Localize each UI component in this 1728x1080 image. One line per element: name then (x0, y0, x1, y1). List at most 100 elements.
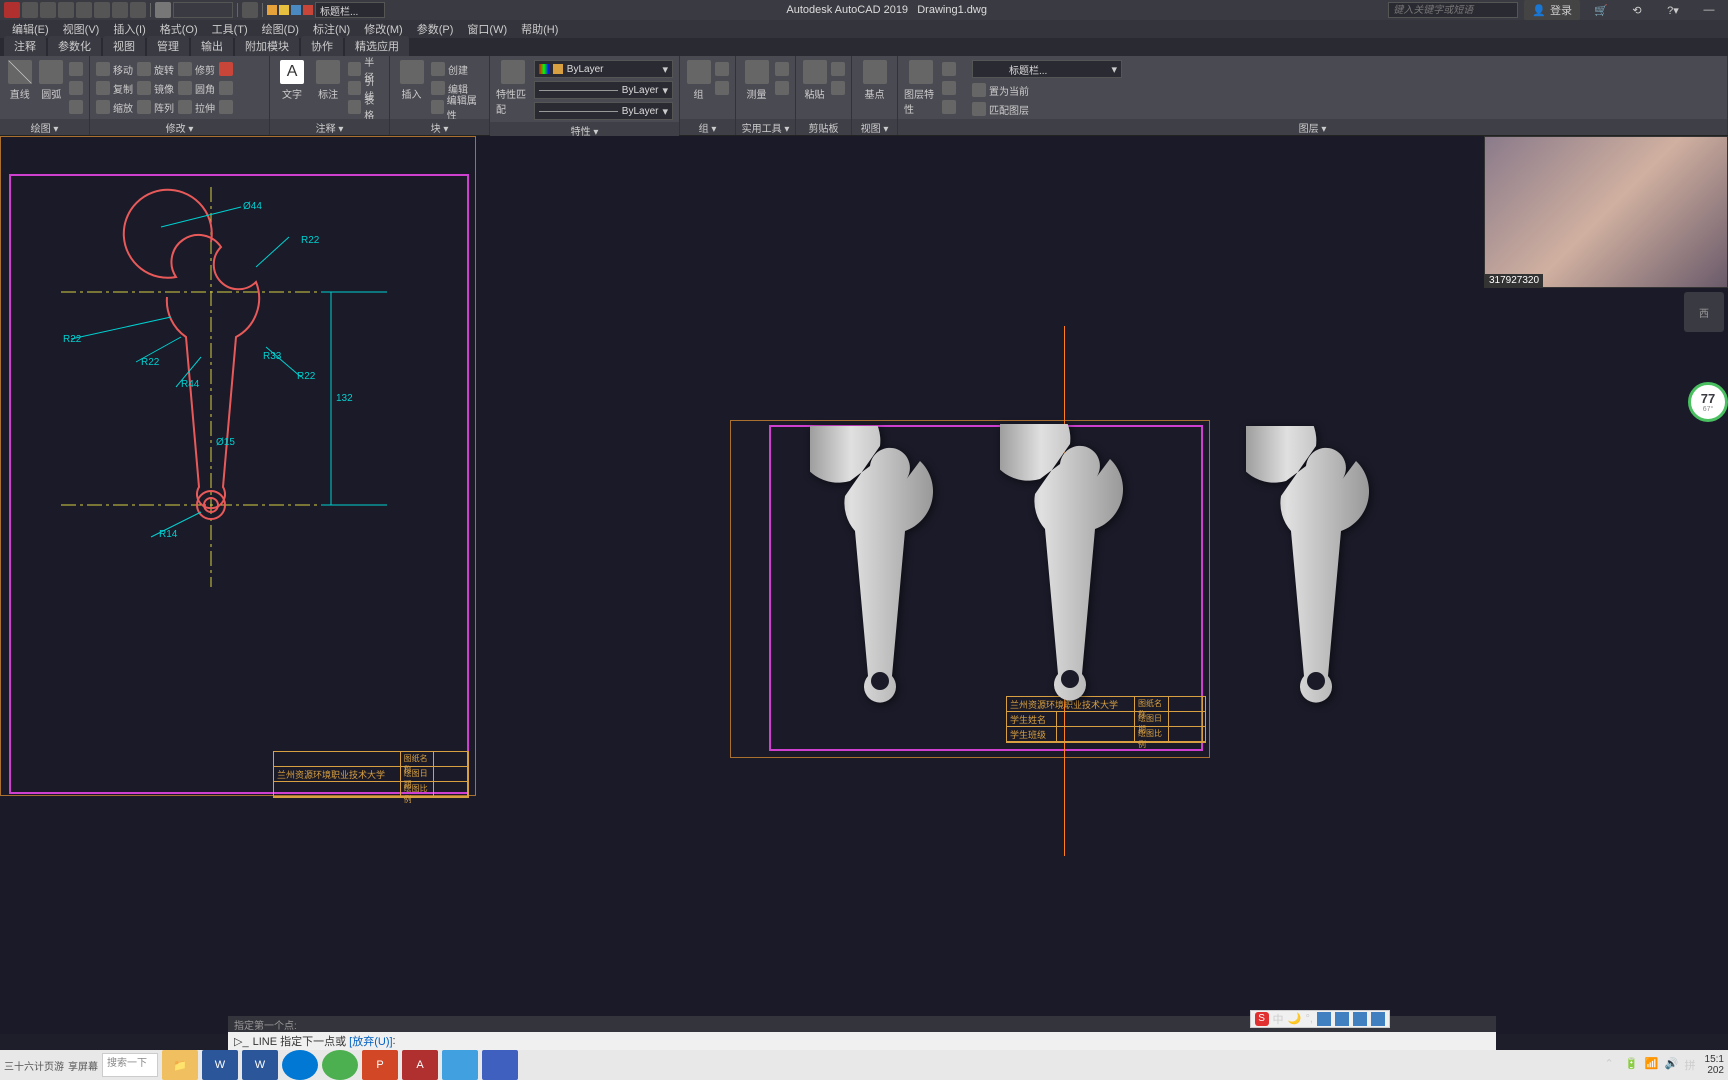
paste-button[interactable]: 粘贴 (802, 60, 827, 101)
array-icon[interactable] (137, 100, 151, 114)
circle-button[interactable] (69, 60, 83, 78)
layer-dropdown[interactable]: 标题栏...▾ (972, 60, 1122, 78)
ime-mic-icon[interactable] (1335, 1012, 1349, 1026)
drawing-canvas[interactable]: Ø44 R22 R22 R22 R22 R33 R44 Ø15 R14 132 … (0, 136, 1728, 1034)
tray-up-icon[interactable]: ⌃ (1605, 1057, 1621, 1073)
layer-iso-icon[interactable] (942, 62, 956, 76)
qat-search[interactable] (173, 2, 233, 18)
copy-clip-icon[interactable] (831, 81, 845, 95)
scale-icon[interactable] (96, 100, 110, 114)
taskbar-search[interactable]: 搜索一下 (102, 1053, 158, 1077)
move-icon[interactable] (96, 62, 110, 76)
saveas-icon[interactable] (76, 2, 92, 18)
arc-button[interactable]: 圆弧 (38, 60, 66, 101)
taskbar-word2-icon[interactable]: W (242, 1050, 278, 1080)
tray-clock[interactable]: 15:1202 (1705, 1054, 1724, 1076)
tab-featured[interactable]: 精选应用 (345, 36, 409, 56)
explode-icon[interactable] (219, 81, 233, 95)
save-icon[interactable] (58, 2, 74, 18)
freeze-icon[interactable] (291, 5, 301, 15)
tab-addon[interactable]: 附加模块 (235, 36, 299, 56)
sogou-icon[interactable]: S (1255, 1012, 1269, 1026)
tray-volume-icon[interactable]: 🔊 (1665, 1057, 1681, 1073)
layer-match-icon[interactable] (972, 102, 986, 116)
new-icon[interactable] (22, 2, 38, 18)
ime-moon-icon[interactable]: 🌙 (1288, 1012, 1302, 1026)
menu-window[interactable]: 窗口(W) (461, 20, 513, 38)
autocad-logo-icon[interactable] (4, 2, 20, 18)
rotate-icon[interactable] (137, 62, 151, 76)
tab-param[interactable]: 参数化 (48, 36, 101, 56)
radius-icon[interactable] (348, 62, 361, 76)
ime-mode[interactable]: 中 (1273, 1011, 1284, 1027)
open-icon[interactable] (40, 2, 56, 18)
login-button[interactable]: 👤 登录 (1524, 0, 1580, 20)
layerprops-button[interactable]: 图层特性 (904, 60, 938, 116)
layer-color-icon[interactable] (303, 5, 313, 15)
hatch-button[interactable] (69, 98, 83, 116)
leader-icon[interactable] (348, 81, 361, 95)
select-icon[interactable] (775, 81, 789, 95)
ime-keyboard-icon[interactable] (1317, 1012, 1331, 1026)
taskbar-ppt-icon[interactable]: P (362, 1050, 398, 1080)
fillet-icon[interactable] (178, 81, 192, 95)
plot-icon[interactable] (94, 2, 110, 18)
text-button[interactable]: A文字 (276, 60, 308, 101)
erase-icon[interactable] (219, 62, 233, 76)
group-button[interactable]: 组 (686, 60, 711, 101)
mirror-icon[interactable] (137, 81, 151, 95)
view-cube[interactable]: 西 (1684, 292, 1724, 332)
taskbar-text-2[interactable]: 享屏幕 (68, 1058, 98, 1073)
ime-skin-icon[interactable] (1353, 1012, 1367, 1026)
block-create-icon[interactable] (431, 62, 445, 76)
tray-ime-icon[interactable]: 拼 (1685, 1057, 1701, 1073)
offset-icon[interactable] (219, 100, 233, 114)
lineweight-dropdown[interactable]: ByLayer▾ (534, 81, 673, 99)
cut-icon[interactable] (831, 62, 845, 76)
group-edit-icon[interactable] (715, 81, 729, 95)
tray-battery-icon[interactable]: 🔋 (1625, 1057, 1641, 1073)
tab-view[interactable]: 视图 (103, 36, 145, 56)
ungroup-icon[interactable] (715, 62, 729, 76)
taskbar-app1-icon[interactable] (442, 1050, 478, 1080)
block-edit-icon[interactable] (431, 81, 445, 95)
linetype-dropdown[interactable]: ByLayer▾ (534, 102, 673, 120)
menu-param[interactable]: 参数(P) (411, 20, 460, 38)
taskbar-edge-icon[interactable] (282, 1050, 318, 1080)
matchprop-button[interactable]: 特性匹配 (496, 60, 530, 116)
measure-button[interactable]: 测量 (742, 60, 771, 101)
basepoint-button[interactable]: 基点 (858, 60, 891, 101)
share-icon[interactable] (242, 2, 258, 18)
cart-icon[interactable]: 🛒 (1586, 2, 1616, 18)
tray-wifi-icon[interactable]: 📶 (1645, 1057, 1661, 1073)
taskbar-autocad-icon[interactable]: A (402, 1050, 438, 1080)
ime-punct[interactable]: °, (1306, 1013, 1313, 1025)
ime-toolbar[interactable]: S 中 🌙 °, (1250, 1010, 1390, 1028)
taskbar-explorer-icon[interactable]: 📁 (162, 1050, 198, 1080)
cmdline-option[interactable]: [放弃(U)] (349, 1033, 392, 1049)
calc-icon[interactable] (775, 62, 789, 76)
rect-button[interactable] (69, 79, 83, 97)
tab-annot[interactable]: 注释 (4, 36, 46, 56)
help-search[interactable] (1388, 2, 1518, 18)
stretch-icon[interactable] (178, 100, 192, 114)
tab-collab[interactable]: 协作 (301, 36, 343, 56)
layer-current-icon[interactable] (972, 83, 986, 97)
taskbar-word-icon[interactable]: W (202, 1050, 238, 1080)
tab-manage[interactable]: 管理 (147, 36, 189, 56)
copy-icon[interactable] (96, 81, 110, 95)
trim-icon[interactable] (178, 62, 192, 76)
help-icon[interactable]: ?▾ (1658, 2, 1688, 18)
gear-icon[interactable] (155, 2, 171, 18)
layer-lock-icon[interactable] (942, 100, 956, 114)
table-icon[interactable] (348, 100, 361, 114)
qat-layer-dropdown[interactable]: 标题栏... (315, 2, 385, 18)
taskbar-chrome-icon[interactable] (322, 1050, 358, 1080)
light-on-icon[interactable] (267, 5, 277, 15)
menu-help[interactable]: 帮助(H) (515, 20, 564, 38)
taskbar-text-1[interactable]: 三十六计页游 (4, 1058, 64, 1073)
performance-badge[interactable]: 7767° (1688, 382, 1728, 422)
dim-button[interactable]: 标注 (312, 60, 344, 101)
sun-icon[interactable] (279, 5, 289, 15)
block-attr-icon[interactable] (431, 100, 444, 114)
